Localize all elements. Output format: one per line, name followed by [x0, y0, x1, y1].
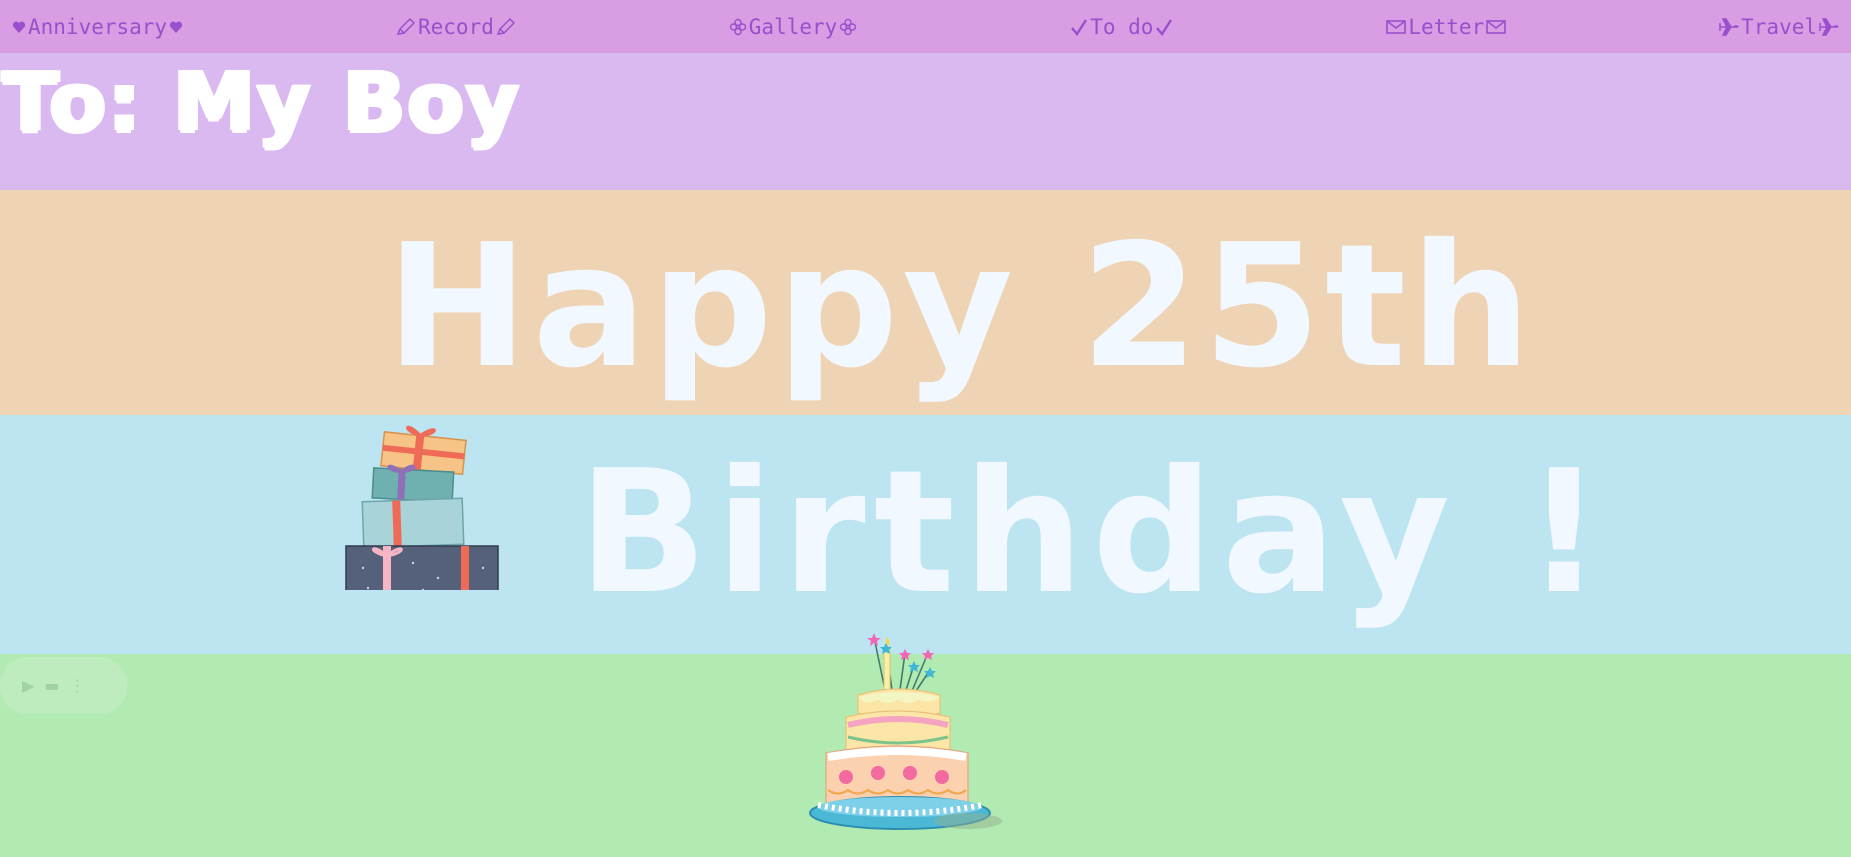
- more-options-icon[interactable]: ⋮: [69, 677, 85, 694]
- nav-travel[interactable]: Travel: [1719, 15, 1839, 39]
- greeting-line-1: Happy 25th: [386, 208, 1536, 406]
- nav-todo-label: To do: [1090, 14, 1154, 39]
- nav-travel-label: Travel: [1741, 14, 1817, 39]
- nav-gallery[interactable]: Gallery: [729, 15, 858, 39]
- heart-icon: [169, 20, 183, 34]
- nav-letter[interactable]: Letter: [1386, 14, 1507, 39]
- envelope-icon: [1486, 19, 1507, 35]
- envelope-icon: [1386, 19, 1407, 35]
- volume-bar-icon[interactable]: ▬: [44, 677, 59, 694]
- flower-icon: [729, 18, 747, 36]
- top-nav: Anniversary Record Gallery To do Letter …: [0, 0, 1851, 53]
- pencil-icon: [396, 17, 416, 36]
- nav-record-label: Record: [418, 14, 494, 39]
- birthday-cake-illustration: [788, 625, 1028, 844]
- play-icon[interactable]: ▶: [22, 677, 34, 694]
- nav-letter-label: Letter: [1408, 14, 1485, 39]
- greeting-line-2: Birthday !: [578, 434, 1611, 632]
- nav-gallery-label: Gallery: [748, 14, 838, 39]
- gift-boxes-illustration: [343, 418, 503, 601]
- nav-todo[interactable]: To do: [1070, 15, 1173, 39]
- check-icon: [1155, 18, 1173, 36]
- recipient-heading: To: My Boy: [2, 55, 521, 150]
- nav-record[interactable]: Record: [396, 15, 516, 39]
- airplane-icon: [1719, 17, 1739, 36]
- nav-anniversary[interactable]: Anniversary: [12, 15, 183, 39]
- airplane-icon: [1819, 17, 1839, 36]
- heart-icon: [12, 20, 26, 34]
- check-icon: [1070, 18, 1088, 36]
- nav-anniversary-label: Anniversary: [28, 14, 168, 39]
- flower-icon: [839, 18, 857, 36]
- pencil-icon: [496, 17, 516, 36]
- music-player: ▶ ▬ ⋮: [0, 657, 127, 714]
